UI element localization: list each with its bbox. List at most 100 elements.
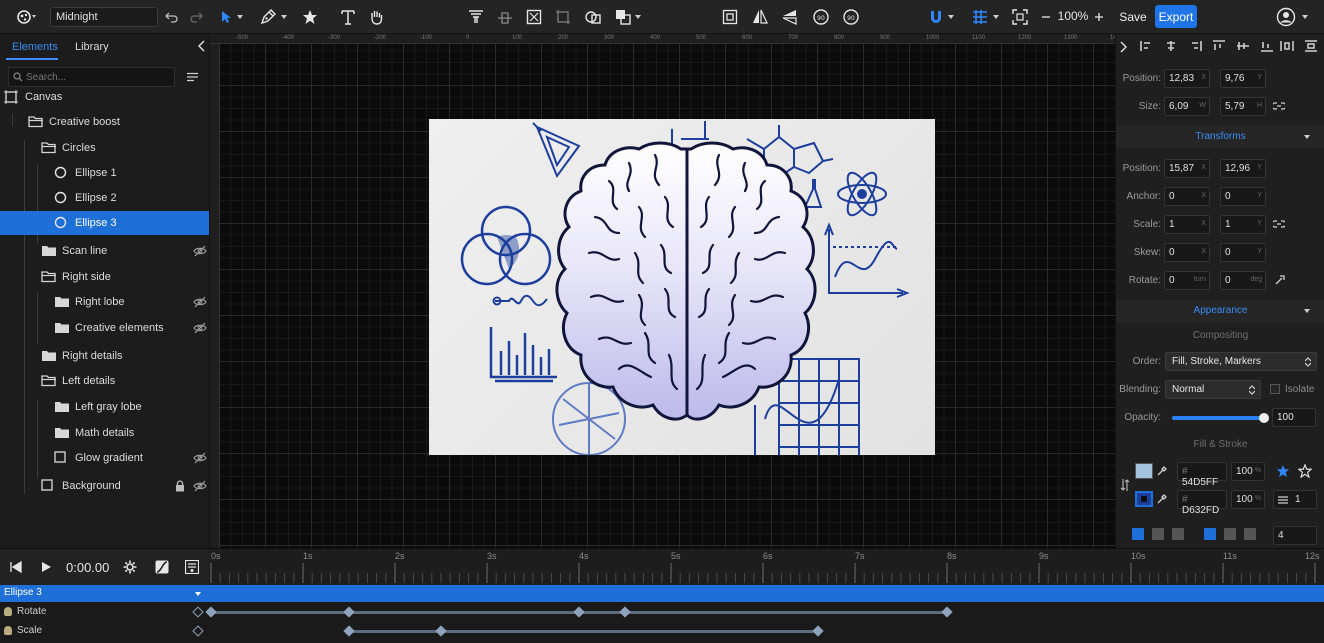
layer-row-ellipse-1[interactable]: Ellipse 1 bbox=[0, 161, 209, 185]
appearance-section-header[interactable]: Appearance bbox=[1116, 300, 1324, 322]
play-icon[interactable] bbox=[40, 561, 52, 573]
link-scale-icon[interactable] bbox=[1273, 219, 1285, 229]
visibility-hidden-icon[interactable] bbox=[193, 245, 207, 260]
flip-vertical-button[interactable] bbox=[780, 5, 800, 29]
search-input[interactable]: Search... bbox=[26, 72, 66, 83]
transforms-section-header[interactable]: Transforms bbox=[1116, 126, 1324, 148]
position-y-input[interactable]: 9,76 Y bbox=[1220, 69, 1266, 88]
layer-row-ellipse-2[interactable]: Ellipse 2 bbox=[0, 186, 209, 210]
flip-horizontal-button[interactable] bbox=[750, 5, 770, 29]
zoom-level[interactable]: 100% bbox=[1054, 9, 1092, 23]
visibility-hidden-icon[interactable] bbox=[193, 296, 207, 311]
rotate-right-button[interactable]: 90 bbox=[840, 5, 862, 29]
fill-color-swatch[interactable] bbox=[1135, 463, 1153, 479]
zoom-out-button[interactable] bbox=[1040, 5, 1052, 29]
isolate-checkbox[interactable] bbox=[1270, 384, 1280, 394]
size-w-input[interactable]: 6,09 W bbox=[1164, 97, 1210, 116]
stroke-width-input[interactable]: 1 bbox=[1273, 490, 1317, 509]
star-tool-button[interactable] bbox=[300, 5, 320, 29]
theme-select[interactable]: Midnight bbox=[50, 7, 158, 27]
search-field[interactable]: Search... bbox=[8, 67, 175, 87]
add-keyframe-icon[interactable] bbox=[192, 625, 204, 637]
easing-curve-icon[interactable] bbox=[155, 560, 169, 574]
layer-row-background[interactable]: Background bbox=[0, 474, 209, 498]
artboard[interactable] bbox=[429, 107, 935, 466]
rotate-turn-input[interactable]: 0 turn bbox=[1164, 271, 1210, 290]
miter-limit-input[interactable]: 4 bbox=[1273, 526, 1317, 545]
arrange-button[interactable] bbox=[612, 5, 644, 29]
transform-position-x-input[interactable]: 15,87 X bbox=[1164, 159, 1210, 178]
line-join-bevel-icon[interactable] bbox=[1244, 528, 1256, 540]
opacity-slider-knob[interactable] bbox=[1259, 413, 1269, 423]
align-center-icon[interactable] bbox=[1164, 40, 1178, 52]
keyframe-diamond[interactable] bbox=[205, 606, 217, 618]
add-keyframe-icon[interactable] bbox=[192, 606, 204, 618]
account-menu-button[interactable] bbox=[1272, 5, 1312, 29]
snap-button[interactable] bbox=[924, 5, 958, 29]
stroke-opacity-input[interactable]: 100% bbox=[1231, 490, 1265, 509]
canvas-viewport[interactable]: -500 -400 -300 -200 -100 0 100 200 300 400 500 600 7… bbox=[210, 34, 1115, 548]
align-vcenter-icon[interactable] bbox=[1236, 40, 1250, 52]
tab-library[interactable]: Library bbox=[75, 41, 109, 53]
pen-tool-button[interactable] bbox=[256, 5, 290, 29]
track-expand-caret-icon[interactable] bbox=[195, 592, 201, 596]
align-top-edge-icon[interactable] bbox=[1212, 40, 1226, 52]
fill-eyedropper-icon[interactable] bbox=[1157, 466, 1167, 476]
keyframe-diamond[interactable] bbox=[343, 625, 355, 637]
stroke-hex-input[interactable]: # D632FD bbox=[1177, 490, 1227, 516]
opacity-input[interactable]: 100 bbox=[1272, 408, 1316, 427]
rotate-deg-input[interactable]: 0 deg bbox=[1220, 271, 1266, 290]
anchor-x-input[interactable]: 0X bbox=[1164, 187, 1210, 206]
layer-row-left-details[interactable]: Left details bbox=[0, 369, 209, 393]
align-middle-button[interactable] bbox=[495, 5, 515, 29]
layer-row-canvas[interactable]: Canvas bbox=[0, 85, 209, 109]
visibility-hidden-icon[interactable] bbox=[193, 480, 207, 495]
track-scale[interactable]: Scale bbox=[0, 622, 1324, 641]
line-cap-butt-icon[interactable] bbox=[1132, 528, 1144, 540]
keyframe-diamond[interactable] bbox=[812, 625, 824, 637]
scale-y-input[interactable]: 1Y bbox=[1220, 215, 1266, 234]
redo-button[interactable] bbox=[188, 5, 204, 29]
collapse-panel-icon[interactable] bbox=[198, 40, 206, 52]
layer-row-scan-line[interactable]: Scan line bbox=[0, 239, 209, 263]
layer-row-left-gray-lobe[interactable]: Left gray lobe bbox=[0, 395, 209, 419]
track-bulb-icon[interactable] bbox=[4, 626, 12, 635]
layer-row-right-lobe[interactable]: Right lobe bbox=[0, 290, 209, 314]
zoom-in-button[interactable] bbox=[1093, 5, 1105, 29]
fill-hex-input[interactable]: # 54D5FF bbox=[1177, 462, 1227, 488]
visibility-hidden-icon[interactable] bbox=[193, 452, 207, 467]
fullscreen-button[interactable] bbox=[1010, 5, 1030, 29]
visibility-hidden-icon[interactable] bbox=[193, 322, 207, 337]
track-bulb-icon[interactable] bbox=[4, 607, 12, 616]
skew-x-input[interactable]: 0X bbox=[1164, 243, 1210, 262]
app-menu-button[interactable] bbox=[10, 5, 44, 29]
selected-element-track[interactable]: Ellipse 3 bbox=[0, 585, 1324, 602]
position-x-input[interactable]: 12,83 X bbox=[1164, 69, 1210, 88]
stroke-favorite-star-icon[interactable] bbox=[1298, 464, 1312, 478]
blending-select[interactable]: Normal bbox=[1165, 380, 1261, 399]
align-bottom-edge-icon[interactable] bbox=[1260, 40, 1274, 52]
scale-x-input[interactable]: 1X bbox=[1164, 215, 1210, 234]
crop-button[interactable] bbox=[553, 5, 573, 29]
keyframe-diamond[interactable] bbox=[343, 606, 355, 618]
layer-row-creative-boost[interactable]: Creative boost bbox=[0, 110, 209, 134]
transform-position-y-input[interactable]: 12,96 Y bbox=[1220, 159, 1266, 178]
size-h-input[interactable]: 5,79 H bbox=[1220, 97, 1266, 116]
align-left-icon[interactable] bbox=[1140, 40, 1154, 52]
current-time[interactable]: 0:00.00 bbox=[66, 560, 109, 575]
keyframe-diamond[interactable] bbox=[941, 606, 953, 618]
text-tool-button[interactable] bbox=[338, 5, 358, 29]
fill-favorite-star-icon[interactable] bbox=[1276, 464, 1290, 478]
layer-row-circles[interactable]: Circles bbox=[0, 136, 209, 160]
timeline-ruler[interactable]: 0s 1s 2s 3s 4s 5s 6s 7s 8s 9s 10s 11s 12s bbox=[209, 549, 1324, 585]
line-cap-round-icon[interactable] bbox=[1152, 528, 1164, 540]
anchor-y-input[interactable]: 0Y bbox=[1220, 187, 1266, 206]
align-top-button[interactable] bbox=[466, 5, 486, 29]
align-right-icon[interactable] bbox=[1188, 40, 1202, 52]
layer-row-math-details[interactable]: Math details bbox=[0, 421, 209, 445]
keyframe-diamond[interactable] bbox=[619, 606, 631, 618]
line-join-round-icon[interactable] bbox=[1224, 528, 1236, 540]
timeline-options-icon[interactable] bbox=[185, 560, 199, 574]
group-button[interactable] bbox=[582, 5, 604, 29]
list-options-icon[interactable] bbox=[187, 72, 198, 82]
